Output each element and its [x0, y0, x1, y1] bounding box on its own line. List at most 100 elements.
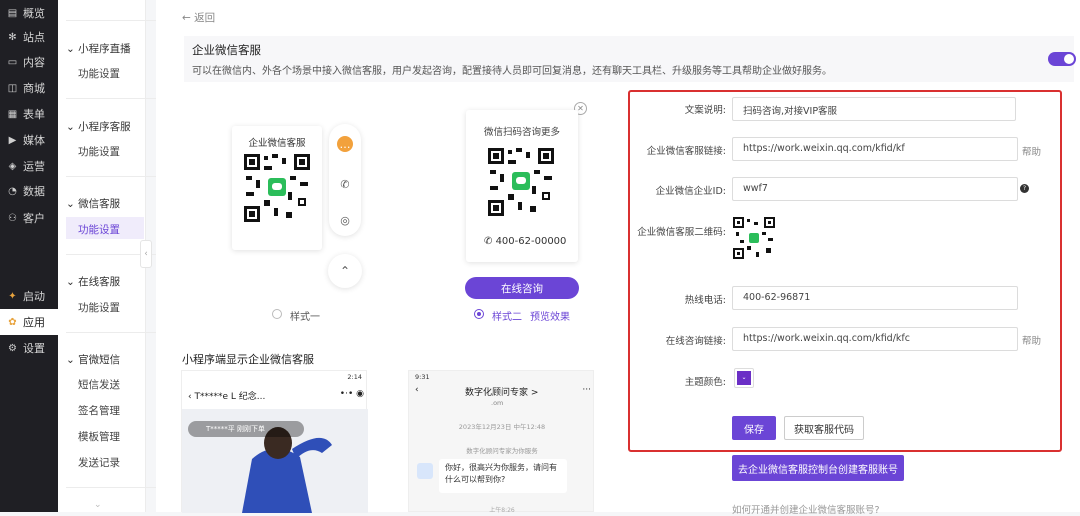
style1-preview-card: 企业微信客服 [232, 126, 322, 250]
main-nav: ▤ 概览 ✻ 站点 ▭ 内容 ◫ 商城 ▦ 表单 ▶ 媒体 ◈ 运营 ◔ 数据 ⚇ 客户 ✦ 启动 … [0, 0, 58, 512]
style1-label: 样式一 [290, 312, 320, 323]
nav-item-data[interactable]: ◔ 数据 [0, 178, 58, 204]
avatar [417, 463, 433, 479]
chevron-down-icon: ⌄ [737, 371, 751, 385]
nav-item-overview[interactable]: ▤ 概览 [0, 0, 58, 26]
preview-link[interactable]: 预览效果 [530, 308, 570, 323]
chevron-down-icon[interactable]: ⌄ [94, 500, 102, 510]
chat-message: 你好，很高兴为你服务，请问有什么可以帮到你? [439, 459, 567, 493]
online-input[interactable]: https://work.weixin.qq.com/kfid/kfc [732, 327, 1018, 351]
theme-color-picker[interactable]: ⌄ [734, 368, 754, 388]
hotline-input[interactable]: 400-62-96871 [732, 286, 1018, 310]
copy-label: 文案说明: [684, 105, 726, 116]
status-bar: 2:14 [347, 373, 362, 381]
chat-timestamp: 2023年12月23日 中午12:48 [458, 423, 546, 431]
submenu-group-live[interactable]: ⌄ 小程序直播 [66, 41, 131, 56]
style2-radio[interactable] [474, 309, 484, 319]
wechat-icon[interactable]: ◎ [337, 212, 353, 228]
mock1-header: ‹ T*****e L 纪念... •·• ◉ [188, 389, 364, 402]
phone-icon[interactable]: ✆ [337, 176, 353, 192]
style1-radio[interactable] [272, 309, 282, 319]
phone-mockup-product: 2:14 ‹ T*****e L 纪念... •·• ◉ T*****平 刚刚下… [181, 370, 368, 513]
nav-item-apps[interactable]: ✿ 应用 [0, 309, 58, 335]
submenu-group-online-service[interactable]: ⌄ 在线客服 [66, 274, 120, 289]
nav-item-form[interactable]: ▦ 表单 [0, 101, 58, 127]
howto-link[interactable]: 如何开通并创建企业微信客服账号? [732, 502, 880, 516]
arrow-left-icon: ← [182, 12, 195, 24]
collapse-sidebar-handle[interactable]: ‹ [140, 240, 152, 268]
qr-label: 企业微信客服二维码: [637, 227, 726, 238]
chat-time: 上午8:26 [489, 507, 515, 514]
hotline-label: 热线电话: [684, 295, 726, 306]
settings-icon: ⚙ [8, 342, 17, 354]
form-icon: ▦ [7, 108, 18, 120]
submenu-link-live-settings[interactable]: 功能设置 [78, 66, 120, 81]
floating-toolbar: … ✆ ◎ [329, 124, 361, 236]
get-code-button[interactable]: 获取客服代码 [784, 416, 864, 440]
back-to-top-icon[interactable]: ⌃ [328, 254, 362, 288]
nav-item-customer[interactable]: ⚇ 客户 [0, 205, 58, 231]
phone-mockup-chat: 9:31 ‹ 数字化顾问专家 > ··· .om 2023年12月23日 中午1… [408, 370, 594, 514]
submenu-link-online-service-settings[interactable]: 功能设置 [78, 300, 120, 315]
style2-phone: ✆ 400-62-00000 [484, 236, 567, 247]
nav-item-shop[interactable]: ◫ 商城 [0, 75, 58, 101]
chevron-left-icon: ‹ [415, 385, 419, 395]
style2-card-title: 微信扫码咨询更多 [483, 127, 560, 138]
save-button[interactable]: 保存 [732, 416, 776, 440]
style2-label: 样式二 [492, 312, 522, 323]
chat-notice: 数字化顾问专家为你服务 [466, 447, 538, 455]
qr-code-upload[interactable] [732, 216, 776, 260]
help-icon[interactable]: ? [1020, 184, 1029, 193]
style2-preview-card: 微信扫码咨询更多 ✆ 400-62-00000 [466, 110, 578, 262]
gear-icon: ✻ [8, 31, 17, 43]
nav-item-launch[interactable]: ✦ 启动 [0, 283, 58, 309]
submenu-group-sms[interactable]: ⌄ 官微短信 [66, 352, 120, 367]
online-consult-button[interactable]: 在线咨询 [465, 277, 579, 299]
service-title: 企业微信客服 [192, 43, 261, 57]
style1-card-title: 企业微信客服 [248, 138, 306, 149]
more-icon: •·• ◉ [339, 389, 364, 399]
nav-item-operations[interactable]: ◈ 运营 [0, 153, 58, 179]
service-description: 可以在微信内、外各个场景中接入微信客服，用户发起咨询，配置接待人员即可回复消息，… [192, 66, 832, 77]
submenu-link-wechat-service-settings[interactable]: 功能设置 [78, 222, 120, 237]
create-account-button[interactable]: 去企业微信客服控制台创建客服账号 [732, 455, 904, 481]
submenu-link-sms-send[interactable]: 短信发送 [78, 377, 120, 392]
order-bubble: T*****平 刚刚下单 [188, 421, 304, 437]
secondary-menu: ⌄ 小程序直播 功能设置 ⌄ 小程序客服 功能设置 ⌄ 微信客服 功能设置 ⌄ … [58, 0, 190, 512]
qr-code [242, 152, 312, 224]
link-label: 企业微信客服链接: [646, 146, 726, 157]
nav-item-media[interactable]: ▶ 媒体 [0, 127, 58, 153]
more-icon: ··· [582, 385, 591, 395]
corpid-label: 企业微信企业ID: [655, 186, 726, 197]
tag-icon: ◈ [8, 160, 17, 172]
section-title: 小程序端显示企业微信客服 [182, 353, 314, 366]
qr-code [486, 146, 556, 218]
submenu-link-sms-signature[interactable]: 签名管理 [78, 403, 120, 418]
nav-item-site[interactable]: ✻ 站点 [0, 24, 58, 50]
nav-item-content[interactable]: ▭ 内容 [0, 49, 58, 75]
submenu-link-sms-template[interactable]: 模板管理 [78, 429, 120, 444]
submenu-group-wechat-service[interactable]: ⌄ 微信客服 [66, 196, 120, 211]
mock2-subtitle: .om [491, 399, 504, 407]
corpid-input[interactable]: wwf7 [732, 177, 1018, 201]
submenu-link-mp-service-settings[interactable]: 功能设置 [78, 144, 120, 159]
link-help[interactable]: 帮助 [1022, 144, 1041, 158]
launch-icon: ✦ [8, 290, 17, 302]
submenu-group-mp-service[interactable]: ⌄ 小程序客服 [66, 119, 131, 134]
chat-icon[interactable]: … [337, 136, 353, 152]
link-input[interactable]: https://work.weixin.qq.com/kfid/kf [732, 137, 1018, 161]
back-link[interactable]: ← 返回 [182, 10, 215, 25]
mock2-header: ‹ 数字化顾问专家 > ··· [415, 385, 591, 398]
submenu-link-sms-records[interactable]: 发送记录 [78, 455, 120, 470]
nav-item-settings[interactable]: ⚙ 设置 [0, 335, 58, 361]
user-icon: ⚇ [8, 212, 17, 224]
phone-icon: ✆ [484, 236, 496, 247]
chart-icon: ▤ [7, 7, 18, 19]
online-label: 在线咨询链接: [665, 336, 726, 347]
copy-input[interactable]: 扫码咨询,对接VIP客服 [732, 97, 1016, 121]
main-content: ← 返回 企业微信客服 可以在微信内、外各个场景中接入微信客服，用户发起咨询，配… [156, 0, 1080, 516]
service-toggle[interactable] [1048, 52, 1076, 66]
shop-icon: ◫ [7, 82, 18, 94]
pie-icon: ◔ [8, 185, 17, 197]
online-help[interactable]: 帮助 [1022, 333, 1041, 347]
